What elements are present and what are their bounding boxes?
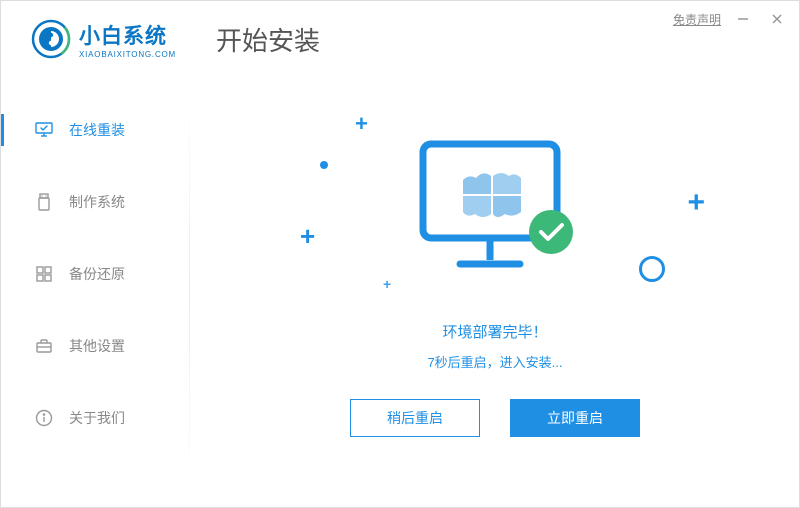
sidebar-item-label: 制作系统 <box>69 192 125 212</box>
logo-text-en: XIAOBAIXITONG.COM <box>79 50 176 59</box>
plus-icon: + <box>687 186 705 220</box>
plus-icon: + <box>355 111 368 137</box>
sidebar-item-label: 备份还原 <box>69 264 125 284</box>
page-title: 开始安装 <box>216 21 320 58</box>
logo-icon <box>31 19 71 59</box>
sidebar-item-label: 在线重装 <box>69 120 125 140</box>
restart-now-button[interactable]: 立即重启 <box>510 399 640 437</box>
plus-icon: + <box>300 221 315 252</box>
plus-icon: + <box>383 276 391 292</box>
sidebar-item-make-system[interactable]: 制作系统 <box>1 178 191 226</box>
sidebar-item-reinstall[interactable]: 在线重装 <box>1 106 191 154</box>
grid-icon <box>35 265 53 283</box>
sidebar-item-label: 关于我们 <box>69 408 125 428</box>
toolbox-icon <box>35 337 53 355</box>
sidebar-item-settings[interactable]: 其他设置 <box>1 322 191 370</box>
logo-text-cn: 小白系统 <box>79 20 176 50</box>
status-subtitle: 7秒后重启，进入安装... <box>427 352 562 371</box>
illustration: + + + + <box>365 101 625 301</box>
sidebar: 在线重装 制作系统 备份还原 <box>1 86 191 507</box>
monitor-icon <box>35 121 53 139</box>
info-icon <box>35 409 53 427</box>
main-panel: + + + + 环境部署完毕！ 7秒后重启，进入安装... <box>191 86 799 507</box>
close-button[interactable] <box>765 7 789 31</box>
restart-later-button[interactable]: 稍后重启 <box>350 399 480 437</box>
monitor-complete-icon <box>415 136 575 286</box>
disclaimer-link[interactable]: 免责声明 <box>673 11 721 28</box>
usb-icon <box>35 193 53 211</box>
circle-icon <box>639 256 665 282</box>
sidebar-item-backup[interactable]: 备份还原 <box>1 250 191 298</box>
sidebar-item-about[interactable]: 关于我们 <box>1 394 191 442</box>
minimize-button[interactable] <box>731 7 755 31</box>
dot-icon <box>320 161 328 169</box>
app-logo: 小白系统 XIAOBAIXITONG.COM <box>31 19 176 59</box>
status-title: 环境部署完毕！ <box>442 321 547 342</box>
sidebar-item-label: 其他设置 <box>69 336 125 356</box>
